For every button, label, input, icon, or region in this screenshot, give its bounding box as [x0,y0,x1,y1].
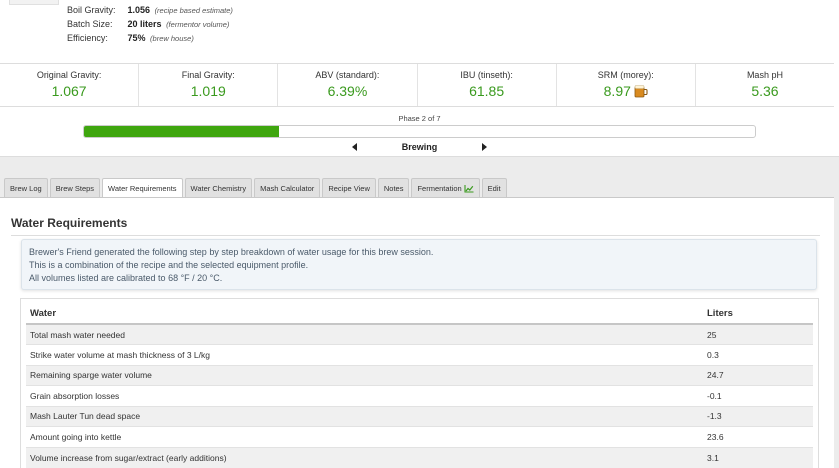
water-requirements-panel: Water Requirements Brewer's Friend gener… [0,197,834,468]
stat-original-gravity: Original Gravity: 1.067 [0,64,140,106]
stat-label: Original Gravity: [36,70,102,80]
stat-value: 1.019 [190,83,226,99]
efficiency-value: 75% [127,33,146,43]
tab-fermentation-label: Fermentation [417,184,462,193]
info-line: All volumes listed are calibrated to 68 … [29,273,223,283]
stat-label: Final Gravity: [181,70,235,80]
boil-gravity-value: 1.056 [127,5,151,15]
liters-value: 25 [703,323,813,345]
liters-value: -0.1 [703,385,813,406]
brew-session-summary: Boil Gravity: 1.056 (recipe based estima… [0,0,839,157]
water-item: Strike water volume at mash thickness of… [26,344,703,365]
table-row: Total mash water needed 25 [26,323,813,345]
table-row: Strike water volume at mash thickness of… [26,344,813,365]
stat-label: IBU (tinseth): [460,70,513,80]
previous-phase-arrow-icon[interactable] [352,143,358,151]
stat-label: Mash pH [746,70,783,80]
stat-value: 1.067 [51,83,87,99]
stats-bar: Original Gravity: 1.067 Final Gravity: 1… [0,63,834,107]
water-item: Remaining sparge water volume [26,364,703,386]
stat-label: ABV (standard): [315,70,380,80]
tab-edit[interactable]: Edit [481,178,507,197]
liters-value: 23.6 [703,426,813,447]
efficiency-label: Efficiency: [67,33,108,43]
batch-size-label: Batch Size: [67,19,113,29]
stat-value: 6.39% [327,83,368,99]
info-callout: Brewer's Friend generated the following … [21,239,817,290]
phase-counter: Phase 2 of 7 [398,114,441,123]
efficiency-note: (brew house) [150,34,194,43]
water-table-container: Water Liters Total mash water needed 25 … [20,298,819,468]
liters-value: 24.7 [703,364,813,386]
boil-gravity-label: Boil Gravity: [67,5,116,15]
liters-value: -1.3 [703,405,813,427]
water-item: Total mash water needed [26,323,703,345]
efficiency-row: Efficiency: 75% (brew house) [67,33,194,43]
batch-size-row: Batch Size: 20 liters (fermentor volume) [67,19,229,29]
beer-mug-icon [634,84,648,103]
tab-brew-steps[interactable]: Brew Steps [49,178,101,197]
batch-size-value: 20 liters [127,19,162,29]
tab-fermentation[interactable]: Fermentation [411,178,480,197]
stat-label: SRM (morey): [597,70,654,80]
column-header-water: Water [26,303,703,325]
water-item: Amount going into kettle [26,426,703,447]
table-row: Remaining sparge water volume 24.7 [26,364,813,386]
stat-value: 5.36 [751,83,779,99]
table-row: Grain absorption losses -0.1 [26,385,813,406]
tab-mash-calculator[interactable]: Mash Calculator [254,178,321,197]
batch-size-note: (fermentor volume) [166,20,230,29]
info-line: Brewer's Friend generated the following … [29,247,434,257]
next-phase-arrow-icon[interactable] [481,143,487,151]
stat-value: 8.97 [603,83,631,99]
phase-progress-fill [84,126,279,137]
info-line: This is a combination of the recipe and … [29,260,309,270]
table-row: Volume increase from sugar/extract (earl… [26,446,813,468]
section-title: Water Requirements [11,216,128,230]
table-row: Mash Lauter Tun dead space -1.3 [26,405,813,427]
phase-name: Brewing [401,142,438,152]
table-header-row: Water Liters [26,303,813,325]
stat-final-gravity: Final Gravity: 1.019 [139,64,279,106]
recipe-thumbnail [9,0,59,5]
water-item: Volume increase from sugar/extract (earl… [26,446,703,468]
title-divider [11,235,820,236]
boil-gravity-row: Boil Gravity: 1.056 (recipe based estima… [67,5,233,15]
tab-brew-log[interactable]: Brew Log [4,178,48,197]
tab-water-requirements[interactable]: Water Requirements [102,178,183,198]
tab-notes[interactable]: Notes [377,178,410,197]
water-item: Mash Lauter Tun dead space [26,405,703,427]
stat-ibu: IBU (tinseth): 61.85 [418,64,557,106]
tab-recipe-view[interactable]: Recipe View [322,178,376,197]
phase-progress-bar [83,125,756,138]
session-tabs: Brew Log Brew Steps Water Requirements W… [4,178,507,198]
water-item: Grain absorption losses [26,385,703,406]
water-table: Water Liters Total mash water needed 25 … [26,303,813,468]
stat-mash-ph: Mash pH 5.36 [696,64,834,106]
stat-value: 61.85 [469,83,505,99]
liters-value: 0.3 [703,344,813,365]
liters-value: 3.1 [703,446,813,468]
tab-water-chemistry[interactable]: Water Chemistry [184,178,253,197]
phase-navigation: Brewing [0,142,839,152]
stat-abv: ABV (standard): 6.39% [278,64,418,106]
table-row: Amount going into kettle 23.6 [26,426,813,447]
boil-gravity-note: (recipe based estimate) [154,6,233,15]
column-header-liters: Liters [703,303,813,325]
stat-srm: SRM (morey): 8.97 [557,64,696,106]
